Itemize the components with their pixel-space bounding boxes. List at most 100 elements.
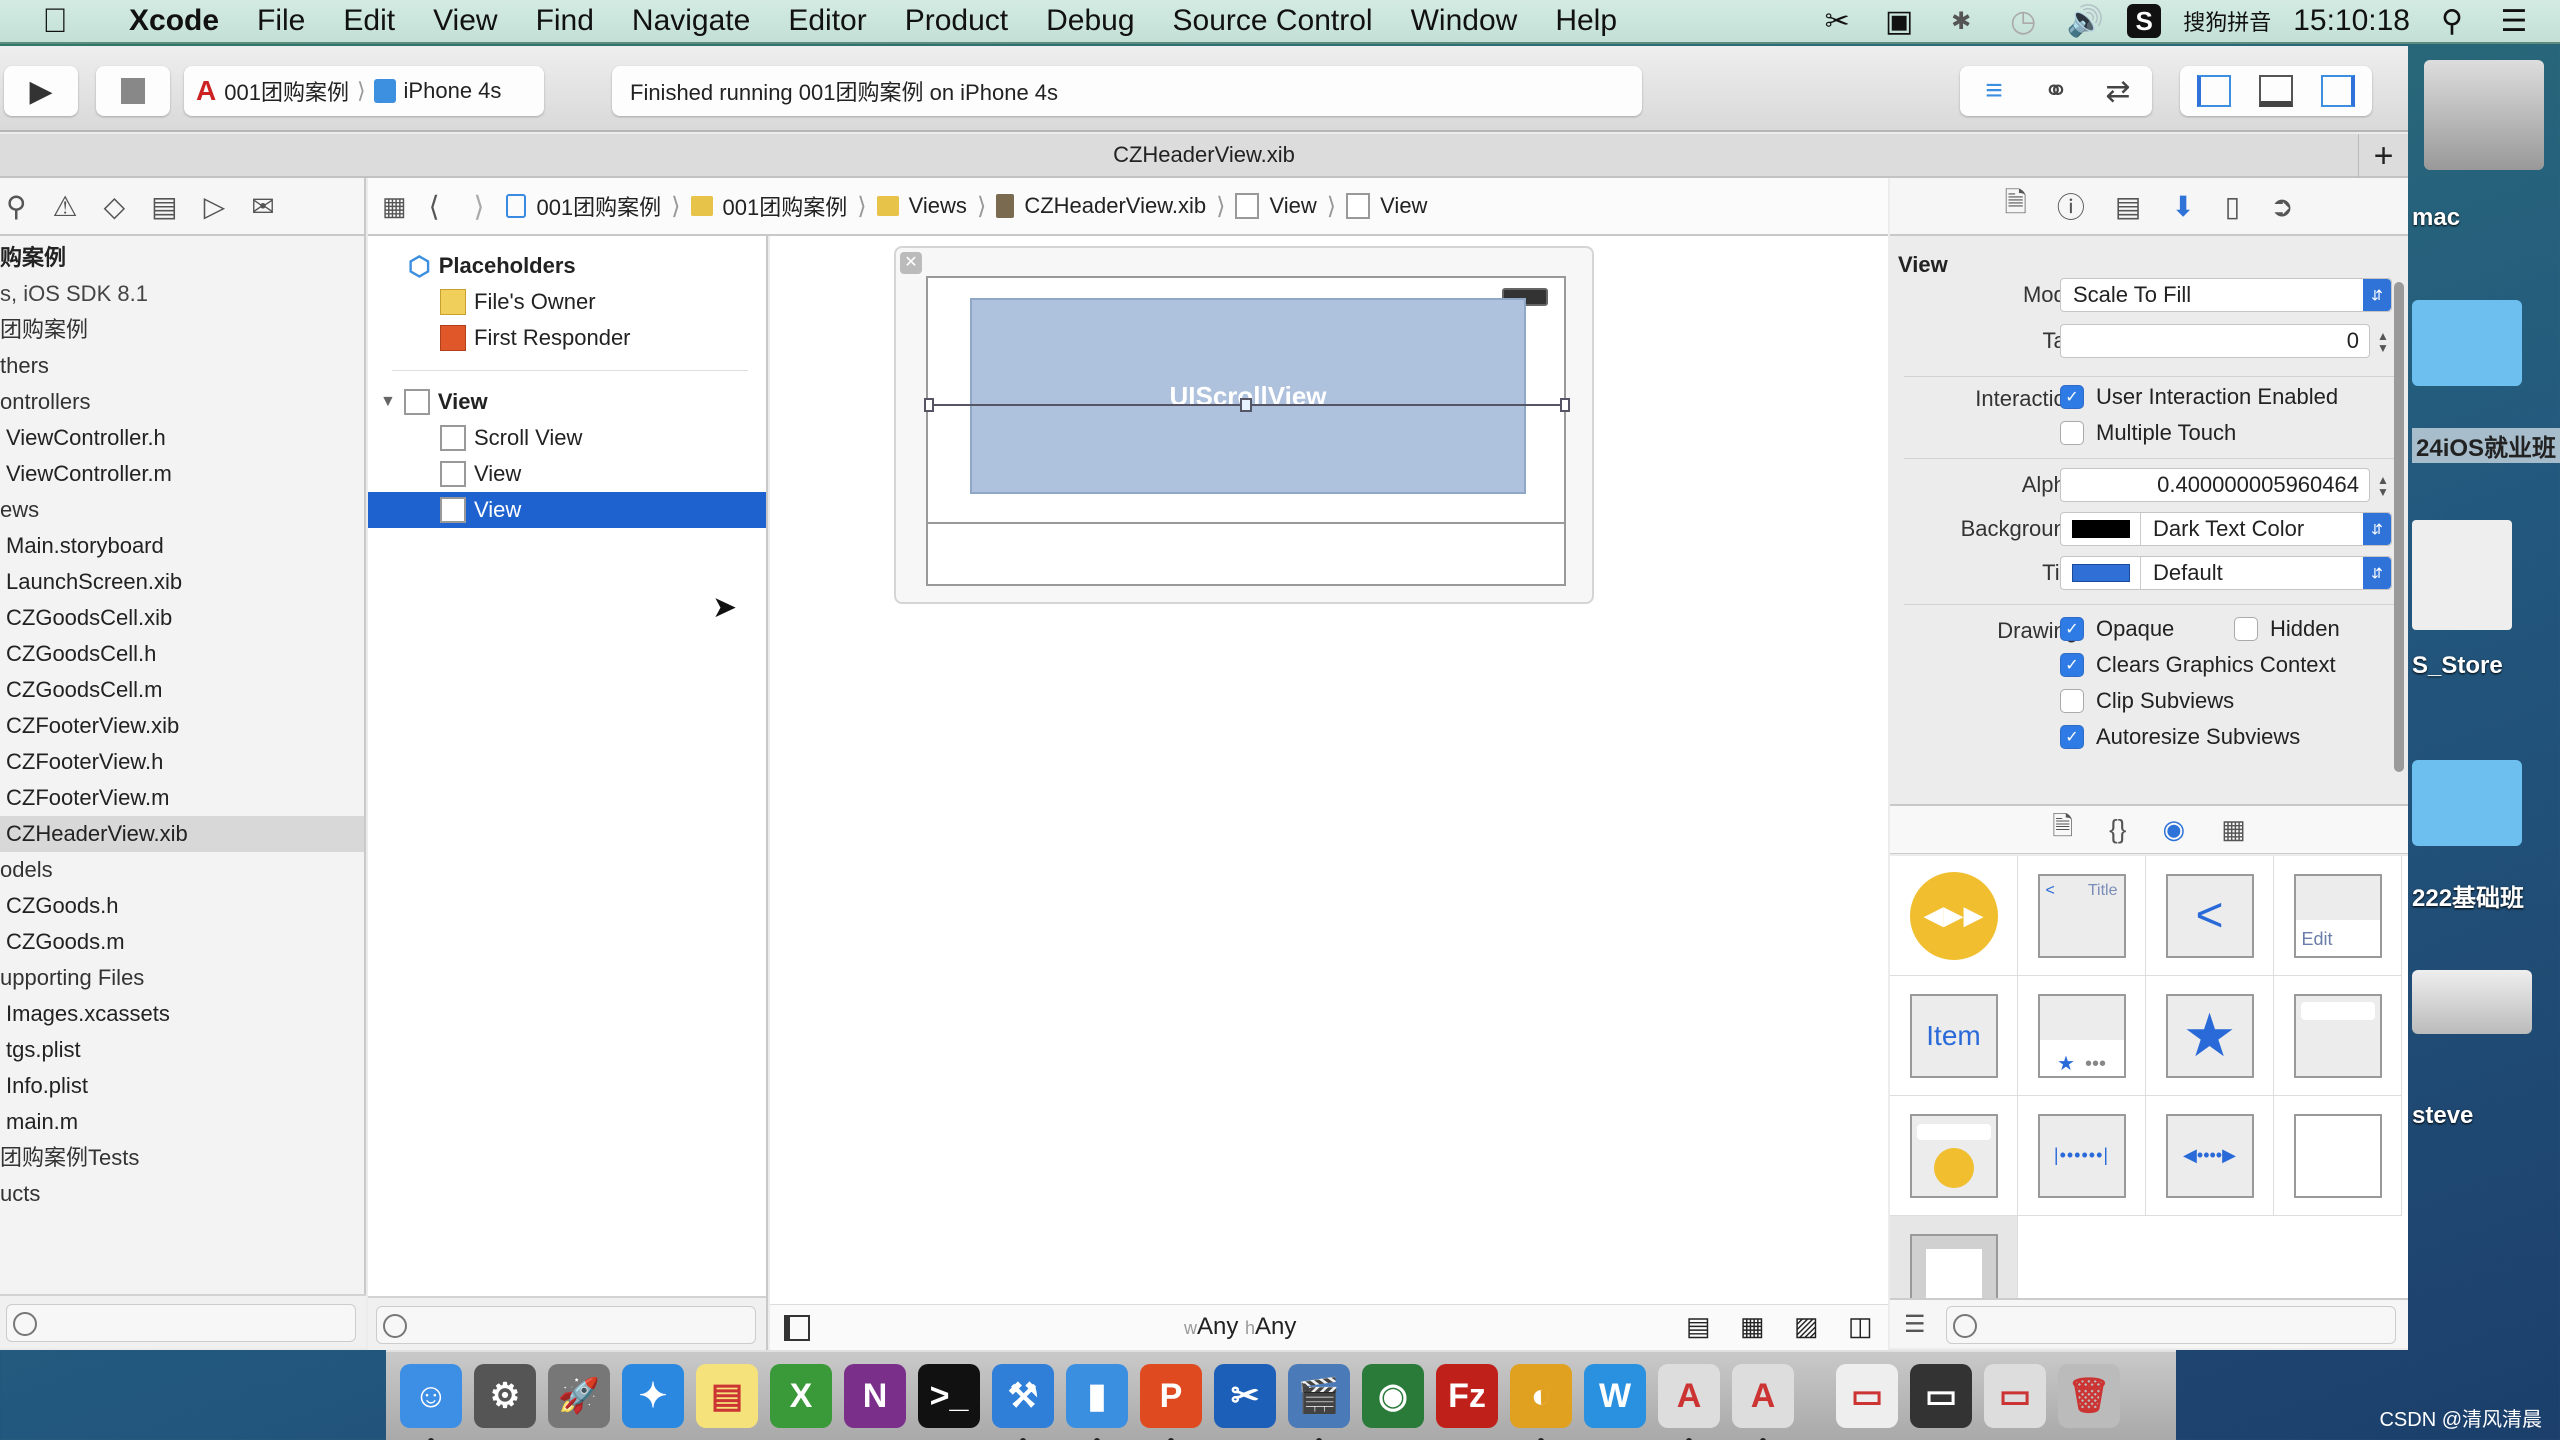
navigator-item[interactable]: ucts	[0, 1176, 364, 1212]
forward-button[interactable]: ⟩	[462, 190, 497, 223]
align-icon[interactable]: ▤	[1686, 1311, 1711, 1342]
navigator-item[interactable]: LaunchScreen.xib	[0, 564, 364, 600]
dock-app-notes-icon[interactable]: ▤	[696, 1364, 758, 1428]
dock-app-safari-icon[interactable]: ✦	[622, 1364, 684, 1428]
report-icon[interactable]: ✉	[251, 190, 274, 223]
resizing-behavior-icon[interactable]: ◫	[1848, 1311, 1873, 1342]
object-library-icon[interactable]: ◉	[2163, 814, 2186, 845]
connections-inspector-icon[interactable]: ➲	[2270, 190, 2293, 223]
user-interaction-checkbox[interactable]: ✓ User Interaction Enabled	[2060, 384, 2338, 410]
assistant-editor-icon[interactable]: ⚭	[2036, 71, 2076, 111]
test-navigator-icon[interactable]: ◇	[104, 190, 126, 223]
hidden-checkbox[interactable]: Hidden	[2234, 616, 2340, 642]
library-item-toolbar[interactable]: Edit	[2274, 856, 2402, 976]
code-snippet-library-icon[interactable]: {}	[2109, 814, 2126, 845]
dock-app-screenshot-icon[interactable]: ✂	[1214, 1364, 1276, 1428]
mode-popup[interactable]: Scale To Fill ⇵	[2060, 278, 2392, 312]
size-class-selector[interactable]: wAny hAny	[1184, 1313, 1296, 1341]
outline-first-responder[interactable]: First Responder	[368, 320, 766, 356]
standard-editor-icon[interactable]: ≡	[1974, 71, 2014, 111]
scroll-view[interactable]: UIScrollView	[970, 298, 1526, 494]
library-item-tab-bar-item[interactable]: ★	[2146, 976, 2274, 1096]
navigator-item[interactable]: tgs.plist	[0, 1032, 364, 1068]
attributes-inspector-icon[interactable]: ⬇	[2171, 190, 2194, 223]
navigator-item[interactable]: CZGoodsCell.m	[0, 672, 364, 708]
navigator-item[interactable]: s, iOS SDK 8.1	[0, 276, 364, 312]
tag-stepper[interactable]: ▲ ▼	[2374, 326, 2392, 358]
list-view-icon[interactable]: ☰	[1904, 1310, 1926, 1339]
dock-app-launchpad-icon[interactable]: 🚀	[548, 1364, 610, 1428]
library-filter-input[interactable]	[1946, 1306, 2396, 1344]
drive-icon[interactable]	[2412, 970, 2532, 1034]
menu-find[interactable]: Find	[517, 4, 613, 38]
quick-help-icon[interactable]: ⓘ	[2057, 186, 2085, 226]
dock-app-finder-icon[interactable]: ☺	[400, 1364, 462, 1440]
version-editor-icon[interactable]: ⇄	[2098, 71, 2138, 111]
outline-filter-input[interactable]	[376, 1306, 756, 1344]
folder-icon[interactable]	[2412, 760, 2522, 846]
breakpoint-icon[interactable]: ▷	[204, 190, 226, 223]
media-library-icon[interactable]: ▦	[2221, 814, 2246, 845]
autoresize-subviews-checkbox[interactable]: ✓ Autoresize Subviews	[2060, 724, 2300, 750]
root-view[interactable]: UIScrollView	[924, 276, 1570, 586]
menu-view[interactable]: View	[414, 4, 516, 38]
navigator-item[interactable]: CZGoodsCell.xib	[0, 600, 364, 636]
scissors-icon[interactable]: ✂	[1817, 4, 1857, 39]
library-item-av-player[interactable]: ◀▶▶	[1890, 856, 2018, 976]
jump-view[interactable]: View	[1269, 193, 1316, 219]
resolve-issues-icon[interactable]: ▨	[1794, 1311, 1819, 1342]
search-icon[interactable]: ⚲	[6, 190, 27, 223]
dock-app-document-icon[interactable]: A	[1732, 1364, 1794, 1440]
xib-view-frame[interactable]: ✕ UIScrollView	[894, 246, 1594, 604]
menu-help[interactable]: Help	[1536, 4, 1636, 38]
library-item-bar-button-item[interactable]: Item	[1890, 976, 2018, 1096]
tint-color-popup[interactable]: Default ⇵	[2060, 556, 2392, 590]
navigator-item[interactable]: CZFooterView.m	[0, 780, 364, 816]
debug-area-toggle-icon[interactable]	[2256, 71, 2296, 111]
library-item-view[interactable]	[2274, 1096, 2402, 1216]
alpha-field[interactable]: 0.400000005960464	[2060, 468, 2370, 502]
navigator-item[interactable]: CZFooterView.h	[0, 744, 364, 780]
navigator-item[interactable]: 购案例	[0, 240, 364, 276]
scheme-name[interactable]: 001团购案例	[224, 75, 349, 107]
navigator-filter-input[interactable]	[6, 1304, 356, 1342]
back-button[interactable]: ⟨	[417, 190, 452, 223]
tab-czheaderview[interactable]: CZHeaderView.xib	[1113, 142, 1295, 168]
dock-app-ftp-icon[interactable]: ◉	[1362, 1364, 1424, 1428]
library-item-fixed-space[interactable]: |••••••|	[2018, 1096, 2146, 1216]
menu-debug[interactable]: Debug	[1027, 4, 1153, 38]
dock-app-document-icon[interactable]: A	[1658, 1364, 1720, 1440]
navigator-item[interactable]: 团购案例Tests	[0, 1140, 364, 1176]
dock-app-filezilla-icon[interactable]: Fz	[1436, 1364, 1498, 1428]
stop-button[interactable]	[96, 66, 170, 116]
add-tab-button[interactable]: +	[2358, 134, 2408, 178]
dock-app-video-icon[interactable]: 🎬	[1288, 1364, 1350, 1440]
outline-view-root[interactable]: ▼ View	[368, 384, 766, 420]
navigator-item[interactable]: ews	[0, 492, 364, 528]
outline-scroll-view[interactable]: Scroll View	[368, 420, 766, 456]
menu-window[interactable]: Window	[1392, 4, 1537, 38]
bluetooth-icon[interactable]: ✱	[1941, 7, 1981, 36]
utilities-toggle-icon[interactable]	[2318, 71, 2358, 111]
jump-file[interactable]: CZHeaderView.xib	[1024, 193, 1206, 219]
jump-subview[interactable]: View	[1380, 193, 1427, 219]
desktop-icon-label[interactable]: mac	[2412, 204, 2460, 232]
dock-app-wps-icon[interactable]: P	[1140, 1364, 1202, 1440]
menu-product[interactable]: Product	[886, 4, 1027, 38]
run-button[interactable]: ▶	[4, 66, 78, 116]
size-inspector-icon[interactable]: ▯	[2225, 190, 2240, 223]
navigator-toggle-icon[interactable]	[2194, 71, 2234, 111]
resize-handle-center[interactable]	[1240, 398, 1252, 412]
warning-icon[interactable]: ⚠	[53, 190, 78, 223]
desktop-icon-label[interactable]: S_Store	[2412, 652, 2503, 680]
dock-app-terminal-icon[interactable]: >_	[918, 1364, 980, 1428]
navigator-item[interactable]: CZHeaderView.xib	[0, 816, 364, 852]
menu-clock[interactable]: 15:10:18	[2293, 4, 2410, 38]
navigator-item[interactable]: ViewController.m	[0, 456, 364, 492]
dock-app-window-icon[interactable]: ▭	[1984, 1364, 2046, 1428]
navigator-item[interactable]: CZFooterView.xib	[0, 708, 364, 744]
navigator-item[interactable]: Info.plist	[0, 1068, 364, 1104]
dock-app-onenote-icon[interactable]: N	[844, 1364, 906, 1428]
dock-app-trash-icon[interactable]: 🗑	[2058, 1364, 2120, 1428]
pin-icon[interactable]: ▦	[1740, 1311, 1765, 1342]
